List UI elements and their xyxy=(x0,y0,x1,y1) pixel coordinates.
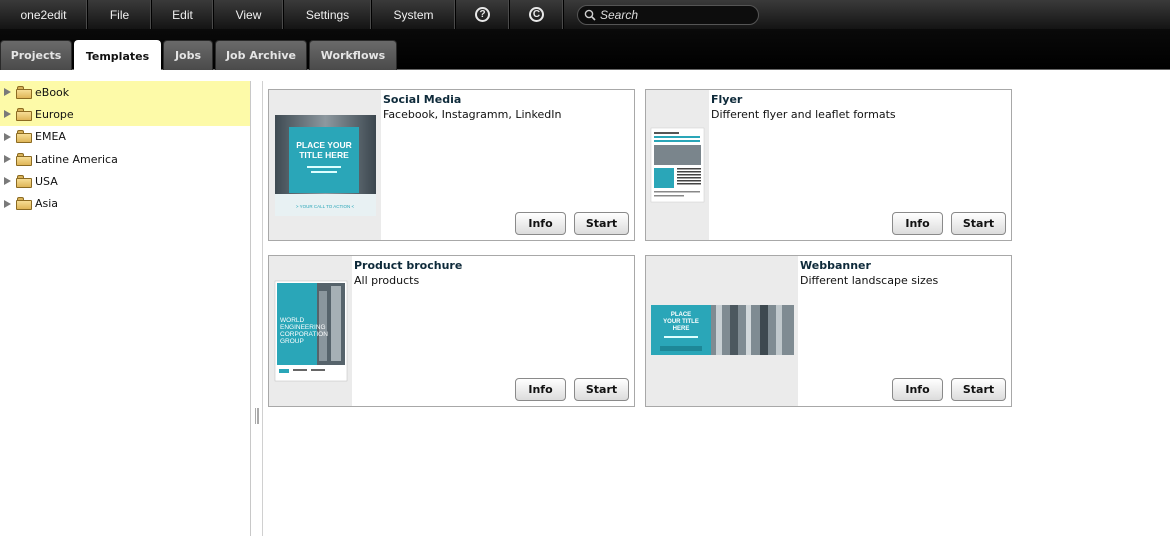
template-thumbnail xyxy=(646,90,709,240)
folder-icon xyxy=(16,197,32,211)
menu-one2edit[interactable]: one2edit xyxy=(0,0,88,29)
tree-item-label: Latine America xyxy=(35,152,118,166)
tree-item-label: Asia xyxy=(35,197,59,211)
tree-item-label: eBook xyxy=(35,85,70,99)
template-card-webbanner[interactable]: PLACE YOUR TITLE HERE Webbanner Differen… xyxy=(645,255,1012,407)
tree-item-label: USA xyxy=(35,174,58,188)
start-button[interactable]: Start xyxy=(574,378,629,401)
flyer-thumbnail-image xyxy=(650,127,705,203)
svg-text:CORPORATION: CORPORATION xyxy=(280,331,328,338)
menu-file[interactable]: File xyxy=(88,0,152,29)
template-title: Flyer xyxy=(711,93,743,106)
search-input[interactable] xyxy=(600,7,750,22)
start-button[interactable]: Start xyxy=(574,212,629,235)
tree-item-europe[interactable]: Europe xyxy=(0,103,250,126)
social-media-thumbnail-image: PLACE YOUR TITLE HERE > YOUR CALL TO ACT… xyxy=(275,115,376,216)
template-card-product-brochure[interactable]: WORLD ENGINEERING CORPORATION GROUP Prod… xyxy=(268,255,635,407)
svg-text:YOUR TITLE: YOUR TITLE xyxy=(663,319,699,325)
expand-arrow-icon[interactable] xyxy=(4,132,11,141)
expand-arrow-icon[interactable] xyxy=(4,88,11,97)
expand-arrow-icon[interactable] xyxy=(4,155,11,164)
tree-item-emea[interactable]: EMEA xyxy=(0,126,250,148)
tree-item-label: Europe xyxy=(35,107,74,121)
folder-tree: eBook Europe EMEA Latine America USA Asi… xyxy=(0,81,251,536)
template-thumbnail: PLACE YOUR TITLE HERE xyxy=(646,256,798,406)
folder-icon xyxy=(16,130,32,144)
svg-text:HERE: HERE xyxy=(673,326,690,332)
menu-view[interactable]: View xyxy=(214,0,284,29)
panel-resize-handle[interactable] xyxy=(255,408,259,424)
search-area xyxy=(577,0,759,29)
svg-text:PLACE YOUR: PLACE YOUR xyxy=(296,140,352,150)
menu-system[interactable]: System xyxy=(372,0,456,29)
copyright-button[interactable]: C xyxy=(510,0,564,29)
tab-jobs[interactable]: Jobs xyxy=(163,40,213,70)
info-button[interactable]: Info xyxy=(515,212,566,235)
tree-item-asia[interactable]: Asia xyxy=(0,192,250,214)
folder-icon xyxy=(16,107,32,121)
template-description: Different flyer and leaflet formats xyxy=(711,108,896,121)
copyright-icon: C xyxy=(529,7,544,22)
expand-arrow-icon[interactable] xyxy=(4,199,11,208)
tab-templates[interactable]: Templates xyxy=(74,40,161,71)
expand-arrow-icon[interactable] xyxy=(4,110,11,119)
template-card-flyer[interactable]: Flyer Different flyer and leaflet format… xyxy=(645,89,1012,241)
menu-edit[interactable]: Edit xyxy=(152,0,214,29)
tree-item-ebook[interactable]: eBook xyxy=(0,81,250,104)
tree-item-usa[interactable]: USA xyxy=(0,170,250,192)
search-box[interactable] xyxy=(577,4,759,25)
svg-text:WORLD: WORLD xyxy=(280,317,305,324)
folder-icon xyxy=(16,174,32,188)
tree-item-label: EMEA xyxy=(35,130,66,144)
content-divider xyxy=(262,81,263,536)
webbanner-thumbnail-image: PLACE YOUR TITLE HERE xyxy=(651,305,794,355)
tab-workflows[interactable]: Workflows xyxy=(309,40,397,70)
template-description: Different landscape sizes xyxy=(800,274,939,287)
template-card-social-media[interactable]: PLACE YOUR TITLE HERE > YOUR CALL TO ACT… xyxy=(268,89,635,241)
menu-settings[interactable]: Settings xyxy=(284,0,372,29)
svg-text:ENGINEERING: ENGINEERING xyxy=(280,324,326,331)
thumb-cta-text: > YOUR CALL TO ACTION < xyxy=(296,204,355,209)
template-thumbnail: PLACE YOUR TITLE HERE > YOUR CALL TO ACT… xyxy=(269,90,381,240)
folder-icon xyxy=(16,85,32,99)
tab-job-archive[interactable]: Job Archive xyxy=(215,40,307,70)
search-icon xyxy=(584,9,596,21)
tab-bar: Projects Templates Jobs Job Archive Work… xyxy=(0,29,1170,71)
expand-arrow-icon[interactable] xyxy=(4,177,11,186)
template-description: Facebook, Instagramm, LinkedIn xyxy=(383,108,562,121)
top-menubar: one2edit File Edit View Settings System … xyxy=(0,0,1170,29)
template-thumbnail: WORLD ENGINEERING CORPORATION GROUP xyxy=(269,256,352,406)
tab-projects[interactable]: Projects xyxy=(0,40,72,70)
template-title: Product brochure xyxy=(354,259,463,272)
svg-text:TITLE HERE: TITLE HERE xyxy=(299,150,349,160)
info-button[interactable]: Info xyxy=(892,212,943,235)
help-button[interactable]: ? xyxy=(456,0,510,29)
start-button[interactable]: Start xyxy=(951,378,1006,401)
svg-text:PLACE: PLACE xyxy=(671,312,691,318)
help-icon: ? xyxy=(475,7,490,22)
template-title: Social Media xyxy=(383,93,462,106)
brochure-thumbnail-image: WORLD ENGINEERING CORPORATION GROUP xyxy=(274,280,348,382)
info-button[interactable]: Info xyxy=(892,378,943,401)
tree-item-latine-america[interactable]: Latine America xyxy=(0,148,250,170)
info-button[interactable]: Info xyxy=(515,378,566,401)
folder-icon xyxy=(16,152,32,166)
start-button[interactable]: Start xyxy=(951,212,1006,235)
svg-text:GROUP: GROUP xyxy=(280,338,304,345)
template-title: Webbanner xyxy=(800,259,871,272)
template-description: All products xyxy=(354,274,420,287)
